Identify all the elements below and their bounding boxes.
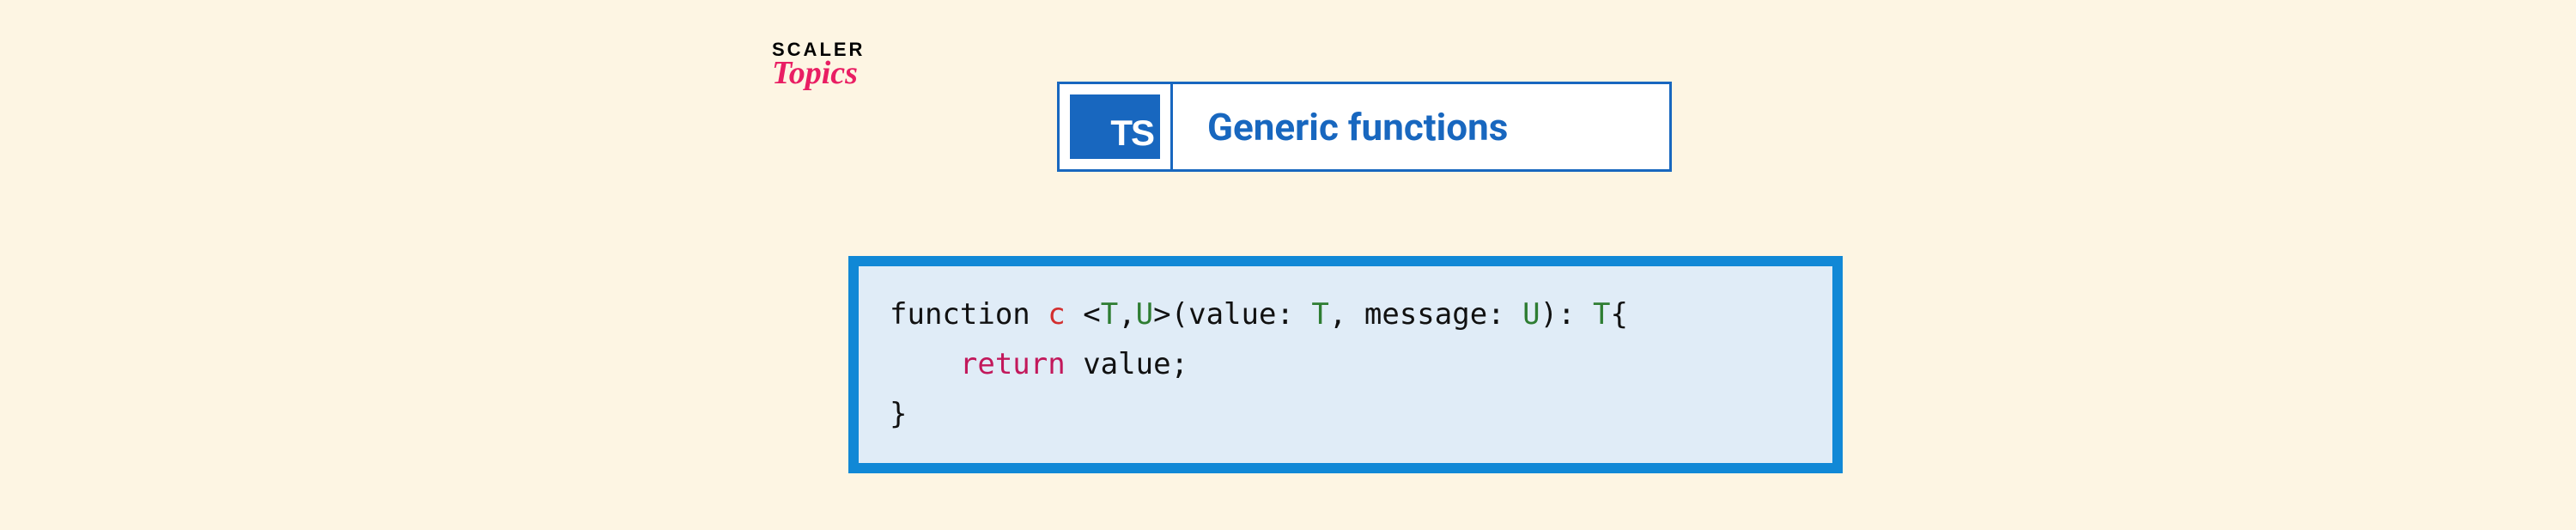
- code-token: ):: [1540, 297, 1576, 332]
- typescript-badge: TS: [1070, 94, 1160, 159]
- code-token: T: [1311, 297, 1328, 332]
- code-token: (value:: [1171, 297, 1294, 332]
- code-token: <: [1083, 297, 1100, 332]
- code-token: value;: [1083, 347, 1188, 381]
- code-token: U: [1522, 297, 1540, 332]
- header-title: Generic functions: [1173, 84, 1669, 169]
- code-token: {: [1611, 297, 1628, 332]
- code-token: }: [890, 397, 907, 431]
- header-box: TS Generic functions: [1057, 82, 1672, 172]
- code-token: ,: [1118, 297, 1135, 332]
- code-token: U: [1136, 297, 1153, 332]
- code-token: c: [1048, 297, 1065, 332]
- code-token: [890, 347, 960, 381]
- code-token: T: [1593, 297, 1610, 332]
- brand-logo: SCALER Topics: [772, 39, 898, 92]
- code-token: ,: [1329, 297, 1346, 332]
- ts-badge-text: TS: [1110, 113, 1153, 154]
- code-token: >: [1153, 297, 1170, 332]
- code-token: function: [890, 297, 1030, 332]
- code-content: function c <T,U>(value: T, message: U): …: [890, 290, 1801, 439]
- code-token: return: [960, 347, 1066, 381]
- logo-line2: Topics: [772, 54, 898, 92]
- code-block: function c <T,U>(value: T, message: U): …: [848, 256, 1843, 473]
- code-token: T: [1101, 297, 1118, 332]
- code-token: message:: [1364, 297, 1505, 332]
